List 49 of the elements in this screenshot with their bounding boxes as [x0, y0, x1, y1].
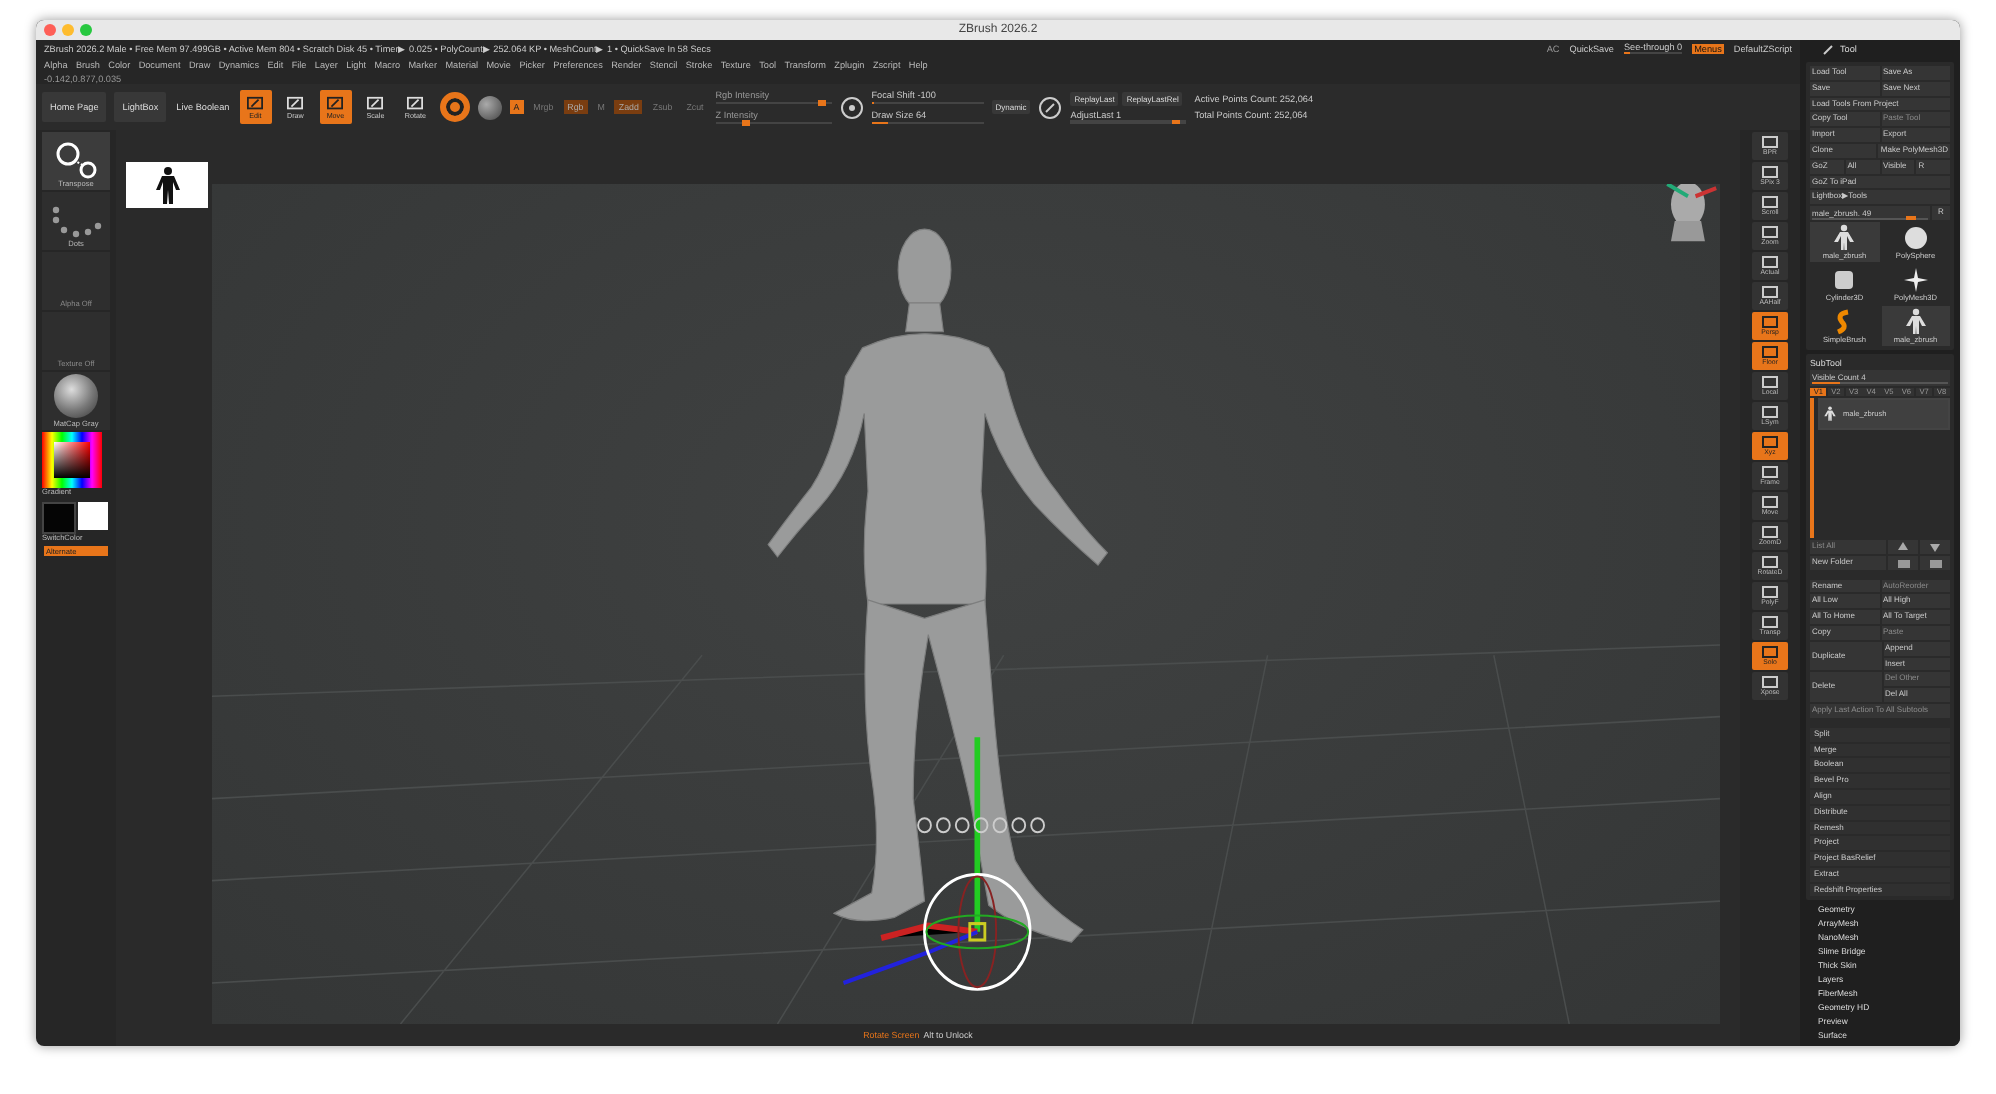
list-scrollbar[interactable]: [1810, 397, 1813, 538]
view-icon: [1762, 166, 1778, 178]
figure-icon: [1830, 224, 1859, 253]
cylinder-icon: [1830, 266, 1859, 295]
move-down-button[interactable]: [1920, 539, 1950, 554]
transpose-icon: [52, 140, 100, 180]
folder-button[interactable]: [1920, 555, 1950, 570]
view-icon: [1762, 496, 1778, 508]
view-icon: [1762, 466, 1778, 478]
view-icon: [1762, 676, 1778, 688]
view-icon: [1762, 256, 1778, 268]
view-icon: [1762, 316, 1778, 328]
view-icon: [1762, 346, 1778, 358]
focal-icon: [839, 95, 864, 119]
folder-button[interactable]: [1888, 555, 1918, 570]
view-icon: [1762, 556, 1778, 568]
view-icon: [1762, 196, 1778, 208]
brush-ring-icon[interactable]: [439, 92, 470, 122]
view-icon: [1762, 586, 1778, 598]
matcap-sphere-icon: [54, 374, 98, 418]
view-icon: [1762, 376, 1778, 388]
view-icon: [1762, 136, 1778, 148]
sphere-icon: [1901, 224, 1930, 253]
figure-icon: [1901, 308, 1930, 337]
color-picker[interactable]: [42, 432, 102, 488]
star-icon: [1901, 266, 1930, 295]
move-up-button[interactable]: [1888, 539, 1918, 554]
view-icon: [1762, 436, 1778, 448]
arrow-up-icon: [1898, 541, 1908, 552]
figure-icon: [1821, 401, 1837, 426]
navigation-head-drawing: [1666, 184, 1717, 242]
view-icon: [1762, 526, 1778, 538]
figure-silhouette-icon: [153, 165, 181, 205]
tool-icon: [286, 95, 305, 111]
sphere-icon[interactable]: [477, 95, 502, 119]
tool-icon: [246, 95, 265, 111]
tool-icon: [406, 95, 425, 111]
secondary-color-swatch[interactable]: [42, 502, 76, 534]
replay-icon: [1038, 95, 1063, 119]
arrow-down-icon: [1930, 541, 1940, 552]
tool-icon: [326, 95, 345, 111]
view-icon: [1762, 616, 1778, 628]
view-icon: [1762, 406, 1778, 418]
view-icon: [1762, 646, 1778, 658]
dots-icon: [50, 204, 102, 240]
tool-icon: [366, 95, 385, 111]
view-icon: [1762, 226, 1778, 238]
main-color-swatch[interactable]: [78, 502, 108, 530]
view-icon: [1762, 286, 1778, 298]
